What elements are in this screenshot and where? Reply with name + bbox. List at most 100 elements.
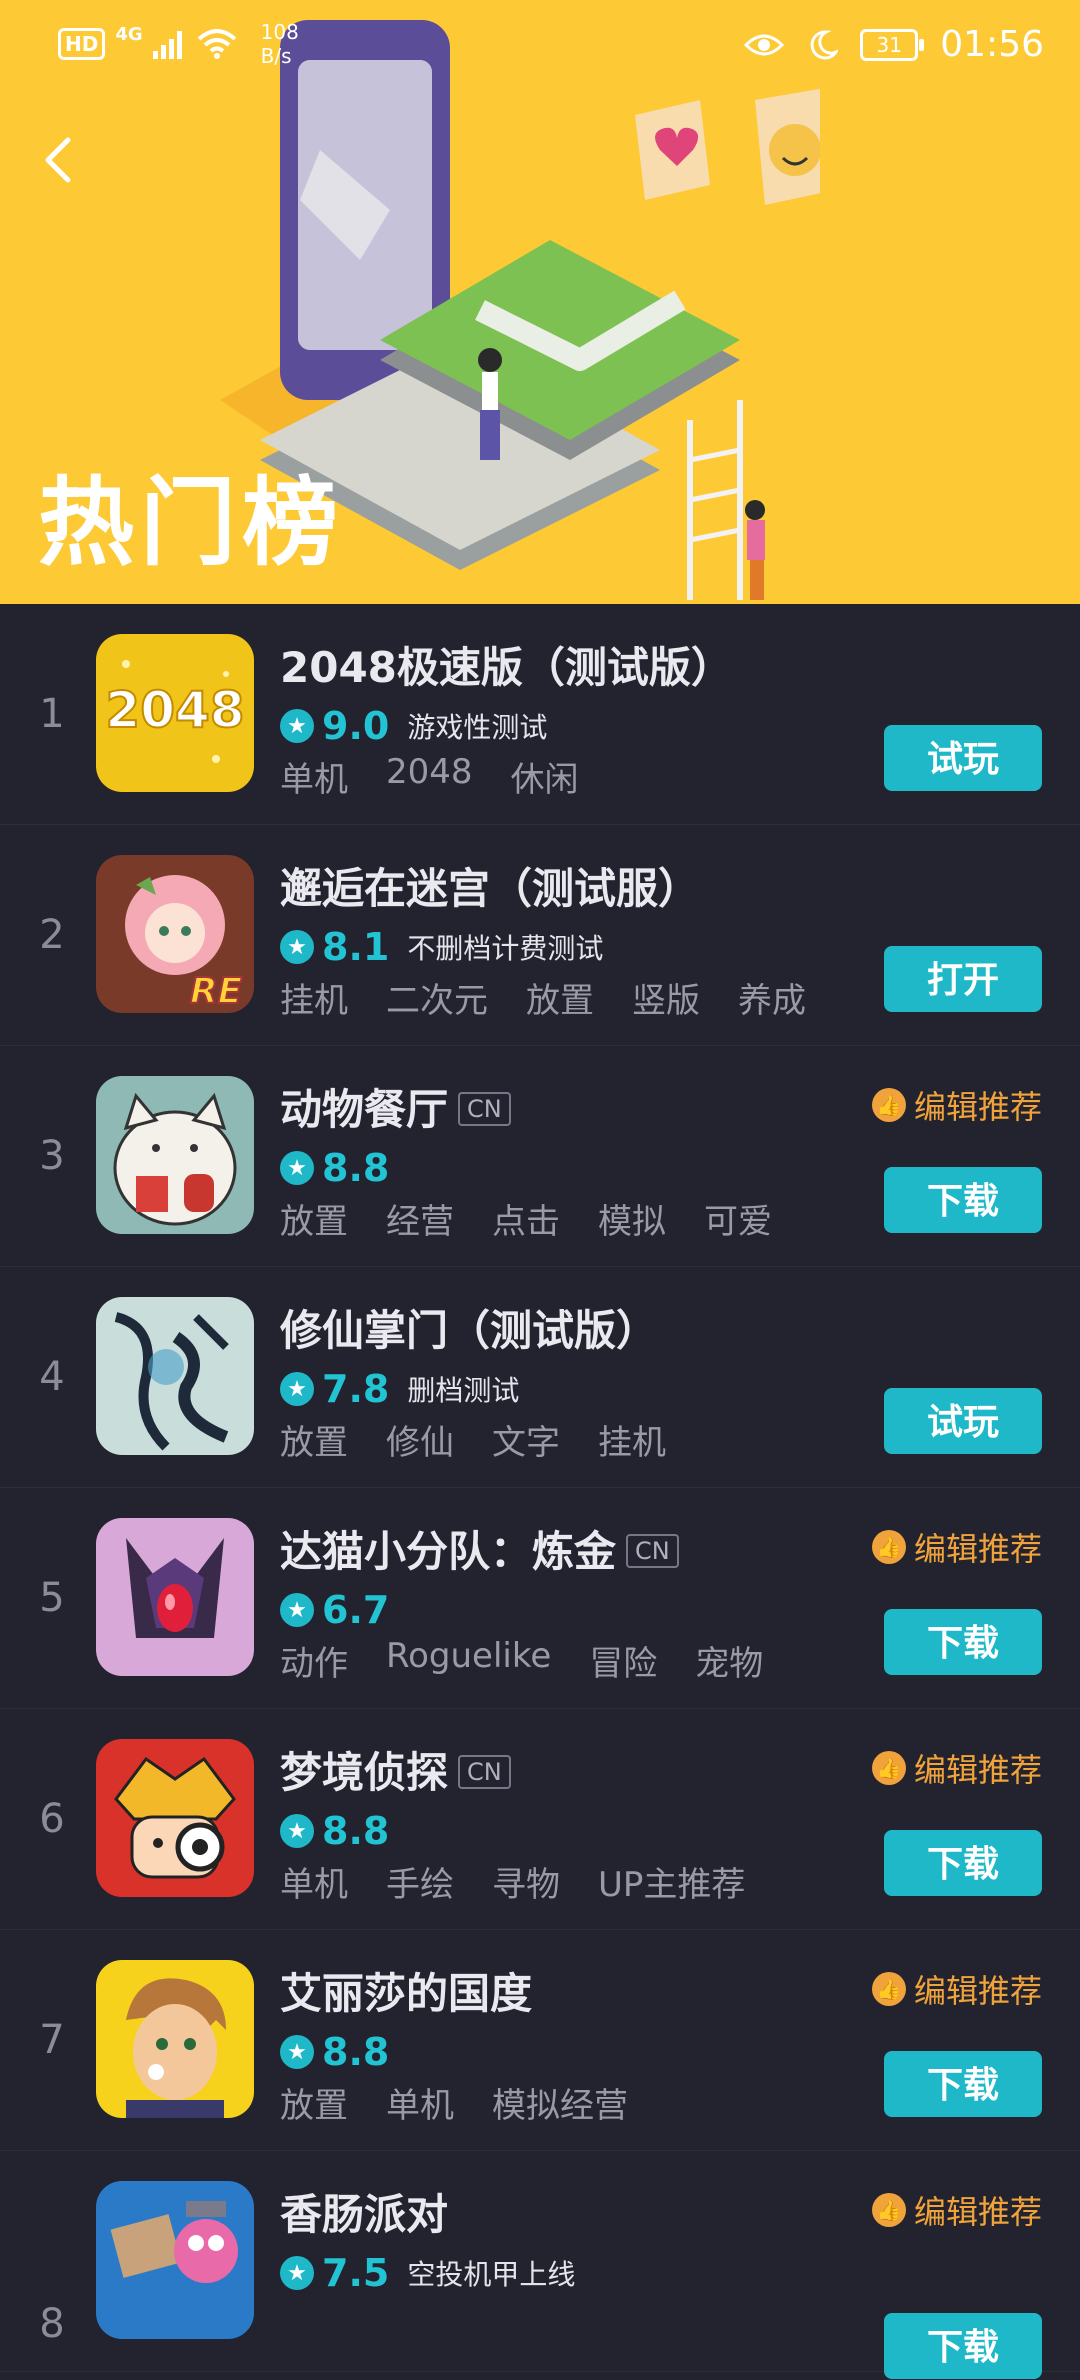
network-speed: 108 B/s (261, 20, 299, 68)
tag[interactable]: 手绘 (386, 1857, 454, 1906)
signal-icon (152, 31, 182, 59)
tag[interactable]: 模拟 (598, 1194, 666, 1243)
app-title: 达猫小分队：炼金 (280, 1527, 617, 1576)
app-title: 动物餐厅 (280, 1085, 449, 1134)
tag[interactable]: 寻物 (492, 1857, 560, 1906)
rank-number: 2 (39, 912, 65, 958)
tag[interactable]: 放置 (526, 973, 594, 1022)
hd-indicator: HD (58, 28, 106, 60)
score: 6.7 (322, 1588, 390, 1632)
star-icon: ★ (280, 1814, 314, 1848)
app-name[interactable]: 2048极速版（测试版） (280, 634, 733, 695)
tag[interactable]: 可爱 (704, 1194, 772, 1243)
thumbs-up-icon: 👍 (871, 1972, 906, 2006)
tag[interactable]: 经营 (386, 1194, 454, 1243)
app-name[interactable]: 修仙掌门（测试版） (280, 1297, 658, 1358)
score: 8.8 (322, 1809, 390, 1853)
rating: ★ 6.7 (280, 1588, 389, 1632)
tag[interactable]: 挂机 (280, 973, 348, 1022)
try-play-button[interactable]: 试玩 (884, 725, 1042, 791)
download-button[interactable]: 下载 (884, 1830, 1042, 1896)
tag[interactable]: 宠物 (695, 1636, 763, 1685)
download-button[interactable]: 下载 (884, 2313, 1042, 2379)
moon-icon (810, 29, 839, 59)
tag[interactable]: Roguelike (386, 1636, 551, 1685)
download-button[interactable]: 下载 (884, 1609, 1042, 1675)
app-name[interactable]: 动物餐厅 CN (280, 1076, 511, 1137)
mech-icon[interactable] (96, 2181, 254, 2339)
tag[interactable]: 挂机 (598, 1415, 666, 1464)
rating: ★ 8.1 不删档计费测试 (280, 925, 603, 969)
cn-badge: CN (458, 1091, 511, 1126)
tag[interactable]: 放置 (280, 1194, 348, 1243)
tag[interactable]: 冒险 (589, 1636, 657, 1685)
star-icon: ★ (280, 930, 314, 964)
page-title: 热门榜 (38, 467, 344, 579)
tag[interactable]: 二次元 (386, 973, 488, 1022)
app-row[interactable]: 2 RE 邂逅在迷宫（测试服） ★ 8.1 不删档计费测试 挂机 二次元 放置 … (0, 825, 1080, 1046)
rating: ★ 8.8 (280, 1146, 389, 1190)
robot-cat-icon[interactable] (96, 1518, 254, 1676)
tag[interactable]: 单机 (280, 1857, 348, 1906)
cat-icon[interactable] (96, 1076, 254, 1234)
tag[interactable]: 动作 (280, 1636, 348, 1685)
boy-face-icon[interactable] (96, 1960, 254, 2118)
star-icon: ★ (280, 1151, 314, 1185)
tag-list: 放置 单机 模拟经营 (280, 2078, 628, 2127)
tag[interactable]: 单机 (386, 2078, 454, 2127)
rank-number: 8 (39, 2301, 65, 2347)
tag[interactable]: 点击 (492, 1194, 560, 1243)
tag[interactable]: 放置 (280, 1415, 348, 1464)
try-play-button[interactable]: 试玩 (884, 1388, 1042, 1454)
tag[interactable]: 单机 (280, 752, 348, 801)
star-icon: ★ (280, 709, 314, 743)
anime-girl-icon[interactable]: RE (96, 855, 254, 1013)
app-row[interactable]: 7 艾丽莎的国度 👍 编辑推荐 ★ 8.8 放置 单机 模拟经营 下载 (0, 1930, 1080, 2151)
tag-list: 放置 修仙 文字 挂机 (280, 1415, 666, 1464)
tag[interactable]: 修仙 (386, 1415, 454, 1464)
tag[interactable]: 休闲 (511, 752, 579, 801)
app-name[interactable]: 达猫小分队：炼金 CN (280, 1518, 679, 1579)
app-name[interactable]: 梦境侦探 CN (280, 1739, 511, 1800)
app-row[interactable]: 3 动物餐厅 CN 👍 编辑推荐 ★ 8.8 放置 经营 点击 模拟 可爱 下载 (0, 1046, 1080, 1267)
network-type: 4G (115, 23, 143, 45)
download-button[interactable]: 下载 (884, 2051, 1042, 2117)
test-note: 游戏性测试 (407, 711, 548, 744)
app-name[interactable]: 邂逅在迷宫（测试服） (280, 855, 700, 916)
app-row[interactable]: 1 2048 2048极速版（测试版） ★ 9.0 游戏性测试 单机 2048 … (0, 604, 1080, 825)
rating: ★ 9.0 游戏性测试 (280, 704, 547, 748)
header-banner: HD 4G 108 B/s 31 01:56 热门榜 (0, 0, 1080, 604)
score: 8.1 (322, 925, 390, 969)
rank-number: 1 (39, 691, 65, 737)
2048-game-icon[interactable]: 2048 (96, 634, 254, 792)
editor-pick-label: 编辑推荐 (913, 1751, 1042, 1789)
tag[interactable]: 竖版 (632, 973, 700, 1022)
tag[interactable]: 放置 (280, 2078, 348, 2127)
test-note: 不删档计费测试 (407, 932, 604, 965)
editor-pick-label: 编辑推荐 (913, 1088, 1042, 1126)
thumbs-up-icon: 👍 (871, 1530, 906, 1564)
editor-pick-label: 编辑推荐 (913, 2193, 1042, 2231)
tag[interactable]: 2048 (386, 752, 473, 801)
download-button[interactable]: 下载 (884, 1167, 1042, 1233)
tag[interactable]: 模拟经营 (492, 2078, 628, 2127)
editor-pick: 👍 编辑推荐 (871, 1082, 1042, 1128)
app-row[interactable]: 5 达猫小分队：炼金 CN 👍 编辑推荐 ★ 6.7 动作 Roguelike 冒… (0, 1488, 1080, 1709)
speed-value: 108 (260, 20, 299, 44)
app-row[interactable]: 6 梦境侦探 CN 👍 编辑推荐 ★ 8.8 单机 手绘 寻物 UP主推荐 下载 (0, 1709, 1080, 1930)
editor-pick: 👍 编辑推荐 (871, 1966, 1042, 2012)
app-row[interactable]: 4 修仙掌门（测试版） ★ 7.8 删档测试 放置 修仙 文字 挂机 试玩 (0, 1267, 1080, 1488)
speed-unit: B/s (260, 44, 292, 68)
back-arrow-icon[interactable] (36, 130, 86, 190)
calligraphy-icon[interactable] (96, 1297, 254, 1455)
tag[interactable]: 养成 (738, 973, 806, 1022)
app-title: 梦境侦探 (280, 1748, 449, 1797)
tag[interactable]: UP主推荐 (598, 1857, 745, 1906)
open-button[interactable]: 打开 (884, 946, 1042, 1012)
detective-icon[interactable] (96, 1739, 254, 1897)
app-row[interactable]: 8 香肠派对 👍 编辑推荐 ★ 7.5 空投机甲上线 下载 (0, 2151, 1080, 2379)
tag[interactable]: 文字 (492, 1415, 560, 1464)
app-name[interactable]: 艾丽莎的国度 (280, 1960, 532, 2021)
app-name[interactable]: 香肠派对 (280, 2181, 448, 2242)
editor-pick: 👍 编辑推荐 (871, 2187, 1042, 2233)
